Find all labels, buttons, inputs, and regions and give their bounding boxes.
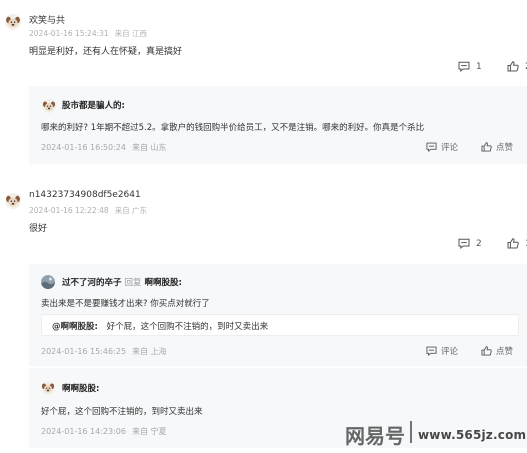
thumbs-up-icon (507, 61, 519, 72)
reply-meta: 2024-01-16 15:46:25 来自 上海 (41, 346, 167, 357)
comment-bubble-icon (458, 61, 470, 72)
quoted-reply: @啊啊股股: 好个屁，这个回购不注销的，到时又卖出来 (41, 314, 519, 336)
reply-like-label: 点赞 (496, 143, 514, 153)
reply-comment-label: 评论 (441, 347, 459, 357)
reply-text: 好个屁，这个回购不注销的，到时又卖出来 (41, 407, 203, 417)
reply-meta: 2024-01-16 16:50:24 来自 山东 (41, 142, 167, 153)
reply-time: 2024-01-16 14:23:06 (41, 427, 126, 436)
reply-comment-button[interactable]: 评论 (426, 141, 458, 153)
quoted-reply-content: @啊啊股股: 好个屁，这个回购不注销的，到时又卖出来 (52, 320, 268, 332)
watermark-divider (410, 421, 412, 443)
reply-location: 来自 山东 (131, 143, 167, 152)
dog-avatar-icon[interactable] (5, 14, 21, 30)
reply-text: 哪来的利好? 1年期不超过5.2。拿散户的钱回购半价给员工，又不是注销。哪来的利… (41, 123, 425, 133)
reply-count-button[interactable]: 1 (458, 61, 482, 72)
comment-username[interactable]: n14323734908df5e2641 (29, 190, 141, 200)
quoted-username[interactable]: @啊啊股股: (52, 322, 98, 332)
reply-like-button[interactable]: 点赞 (481, 345, 513, 357)
reply-like-button[interactable]: 点赞 (481, 141, 513, 153)
reply-comment-label: 评论 (441, 143, 459, 153)
reply-location: 来自 上海 (131, 347, 167, 356)
reply-panel: 股市都是骗人的: 哪来的利好? 1年期不超过5.2。拿散户的钱回购半价给员工，又… (29, 86, 527, 164)
watermark-site: www.565jz.com (418, 428, 527, 442)
thumbs-up-icon (481, 346, 492, 356)
reply-header: 过不了河的卒子 回复 啊啊股股: (62, 276, 182, 288)
watermark-brand: 网易号 (345, 424, 405, 448)
thumbs-up-icon (481, 142, 492, 152)
comment-time: 2024-01-16 15:24:31 (29, 29, 109, 38)
dog-avatar-icon[interactable] (42, 99, 56, 113)
dog-avatar-icon[interactable] (5, 193, 21, 209)
reply-username[interactable]: 过不了河的卒子 (62, 278, 122, 288)
reply-to-username[interactable]: 啊啊股股: (144, 278, 181, 288)
reply-like-label: 点赞 (496, 347, 514, 357)
comment-meta: 2024-01-16 15:24:31 来自 江西 (29, 28, 147, 39)
reply-username[interactable]: 啊啊股股: (62, 382, 99, 394)
reply-count: 1 (476, 61, 482, 72)
reply-location: 来自 宁夏 (131, 427, 167, 436)
reply-time: 2024-01-16 15:46:25 (41, 347, 126, 356)
comment-meta: 2024-01-16 12:22:48 来自 广东 (29, 205, 147, 216)
reply-time: 2024-01-16 16:50:24 (41, 143, 126, 152)
reply-panel: 过不了河的卒子 回复 啊啊股股: 卖出来是不是要赚钱才出来? 你买点对就行了 @… (29, 264, 527, 366)
reply-meta: 2024-01-16 14:23:06 来自 宁夏 (41, 426, 167, 437)
reply-count-button[interactable]: 2 (458, 238, 482, 249)
comment-username[interactable]: 欢笑与共 (29, 13, 65, 26)
comment-text: 很好 (29, 224, 48, 234)
comment-bubble-icon (458, 238, 470, 249)
comment-location: 来自 广东 (114, 206, 148, 215)
comment-bubble-icon (426, 346, 437, 356)
reply-text: 卖出来是不是要赚钱才出来? 你买点对就行了 (41, 299, 210, 309)
comment-location: 来自 江西 (114, 29, 148, 38)
reply-username[interactable]: 股市都是骗人的: (62, 99, 125, 111)
reply-count: 2 (476, 238, 482, 249)
like-count-button[interactable]: 2 (507, 61, 527, 72)
comment-text: 明显是利好，还有人在怀疑，真是搞好 (29, 47, 183, 57)
user-avatar[interactable] (41, 275, 55, 289)
comment-time: 2024-01-16 12:22:48 (29, 206, 109, 215)
reply-word: 回复 (124, 278, 142, 288)
reply-comment-button[interactable]: 评论 (426, 345, 458, 357)
like-count-button[interactable]: 1 (507, 238, 527, 249)
comment-bubble-icon (426, 142, 437, 152)
quoted-text: 好个屁，这个回购不注销的，到时又卖出来 (106, 322, 269, 332)
dog-avatar-icon[interactable] (41, 381, 55, 395)
thumbs-up-icon (507, 238, 519, 249)
